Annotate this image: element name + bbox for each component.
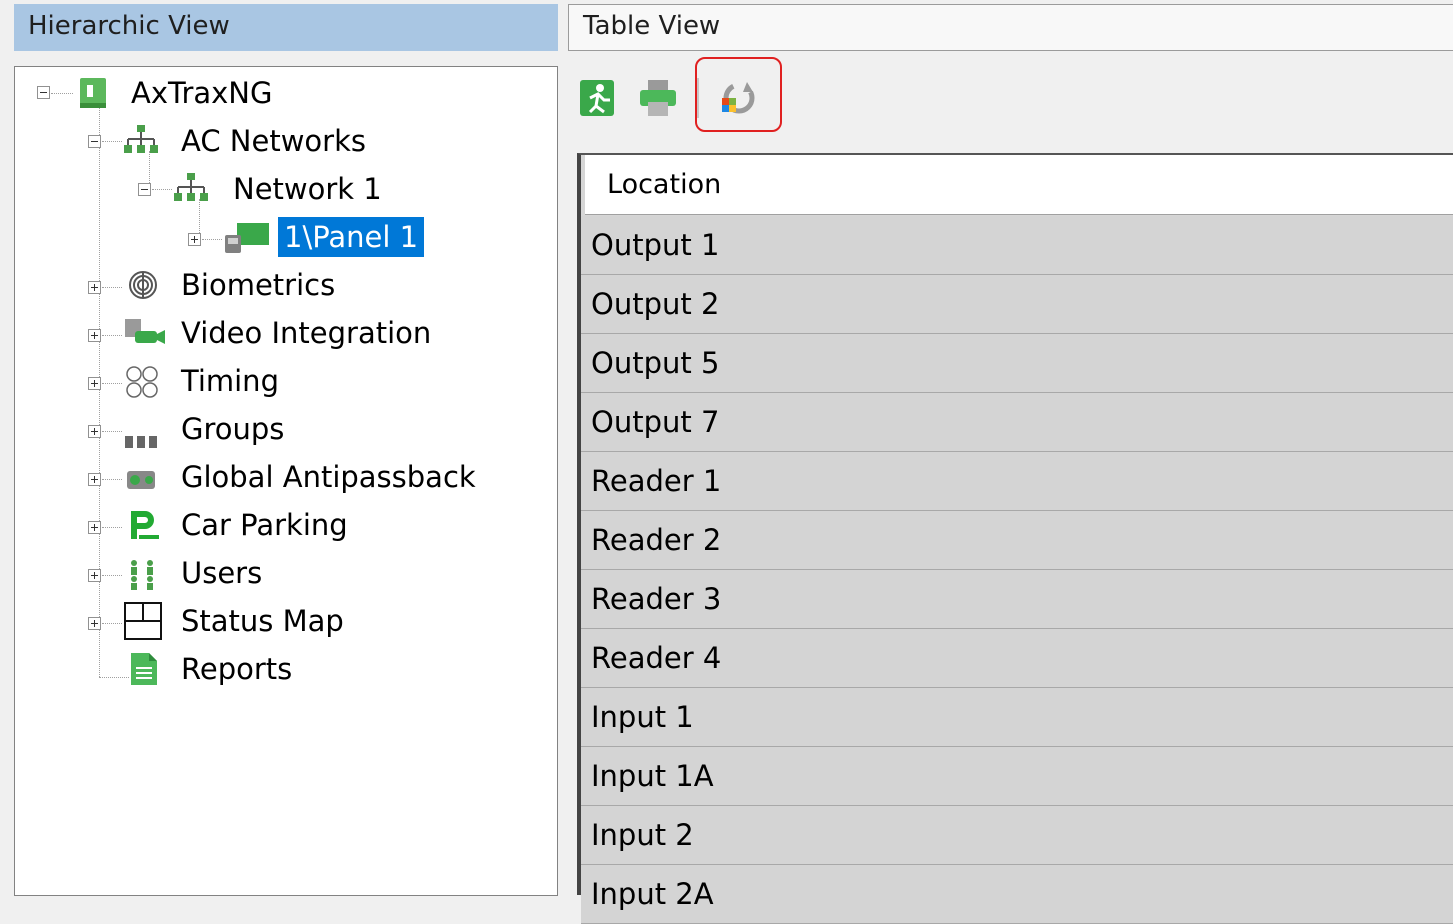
antipassback-icon bbox=[123, 463, 163, 505]
expand-icon[interactable] bbox=[188, 233, 201, 246]
tree-label: Reports bbox=[181, 652, 293, 686]
table-row[interactable]: Output 1 bbox=[581, 216, 1453, 275]
tree-label: AxTraxNG bbox=[131, 76, 273, 110]
table-row[interactable]: Output 7 bbox=[581, 393, 1453, 452]
column-header-location[interactable]: Location bbox=[585, 155, 1453, 215]
report-icon bbox=[129, 651, 159, 697]
table-row[interactable]: Reader 3 bbox=[581, 570, 1453, 629]
expand-icon[interactable] bbox=[88, 473, 101, 486]
network-icon bbox=[123, 123, 159, 167]
table-row[interactable]: Output 5 bbox=[581, 334, 1453, 393]
print-button[interactable] bbox=[638, 78, 678, 118]
tree-label: Global Antipassback bbox=[181, 460, 476, 494]
network-icon bbox=[173, 171, 209, 215]
groups-icon bbox=[123, 421, 159, 461]
expand-icon[interactable] bbox=[88, 329, 101, 342]
table-row[interactable]: Input 1 bbox=[581, 688, 1453, 747]
tree-label: Video Integration bbox=[181, 316, 432, 350]
tree-label: Timing bbox=[181, 364, 279, 398]
collapse-icon[interactable] bbox=[37, 86, 50, 99]
axtraxng-app-icon bbox=[77, 77, 109, 119]
expand-icon[interactable] bbox=[88, 521, 101, 534]
tree-label: Network 1 bbox=[233, 172, 382, 206]
fingerprint-icon bbox=[127, 269, 159, 311]
table-row[interactable]: Input 2 bbox=[581, 806, 1453, 865]
tree-label-selected: 1\Panel 1 bbox=[278, 217, 425, 257]
tree-label: Groups bbox=[181, 412, 285, 446]
table-row[interactable]: Input 2A bbox=[581, 865, 1453, 924]
panel-icon bbox=[223, 221, 271, 265]
collapse-icon[interactable] bbox=[88, 135, 101, 148]
hierarchic-view-title: Hierarchic View bbox=[14, 4, 558, 51]
exit-icon bbox=[578, 80, 618, 122]
parking-icon bbox=[127, 507, 161, 553]
map-icon bbox=[123, 601, 163, 651]
table-row[interactable]: Reader 2 bbox=[581, 511, 1453, 570]
tree-label: Users bbox=[181, 556, 263, 590]
expand-icon[interactable] bbox=[88, 281, 101, 294]
camera-icon bbox=[123, 317, 167, 361]
expand-icon[interactable] bbox=[88, 617, 101, 630]
exit-button[interactable] bbox=[578, 78, 618, 118]
table-row[interactable]: Reader 1 bbox=[581, 452, 1453, 511]
tree-label: Car Parking bbox=[181, 508, 348, 542]
tree-connector bbox=[99, 677, 129, 678]
hierarchic-tree[interactable]: AxTraxNG AC Networks Network 1 1\Panel 1 bbox=[14, 66, 558, 896]
expand-icon[interactable] bbox=[88, 425, 101, 438]
clock-icon bbox=[125, 365, 159, 409]
tree-label: Biometrics bbox=[181, 268, 336, 302]
expand-icon[interactable] bbox=[88, 377, 101, 390]
table-row[interactable]: Reader 4 bbox=[581, 629, 1453, 688]
users-icon bbox=[125, 557, 159, 601]
location-table[interactable]: Location Output 1 Output 2 Output 5 Outp… bbox=[577, 153, 1453, 924]
table-row[interactable]: Output 2 bbox=[581, 275, 1453, 334]
table-row[interactable]: Input 1A bbox=[581, 747, 1453, 806]
tree-label: AC Networks bbox=[181, 124, 366, 158]
collapse-icon[interactable] bbox=[138, 183, 151, 196]
tree-label: Status Map bbox=[181, 604, 344, 638]
table-view-title: Table View bbox=[568, 4, 1453, 51]
refresh-highlight-box bbox=[695, 57, 782, 132]
print-icon bbox=[638, 80, 678, 122]
expand-icon[interactable] bbox=[88, 569, 101, 582]
